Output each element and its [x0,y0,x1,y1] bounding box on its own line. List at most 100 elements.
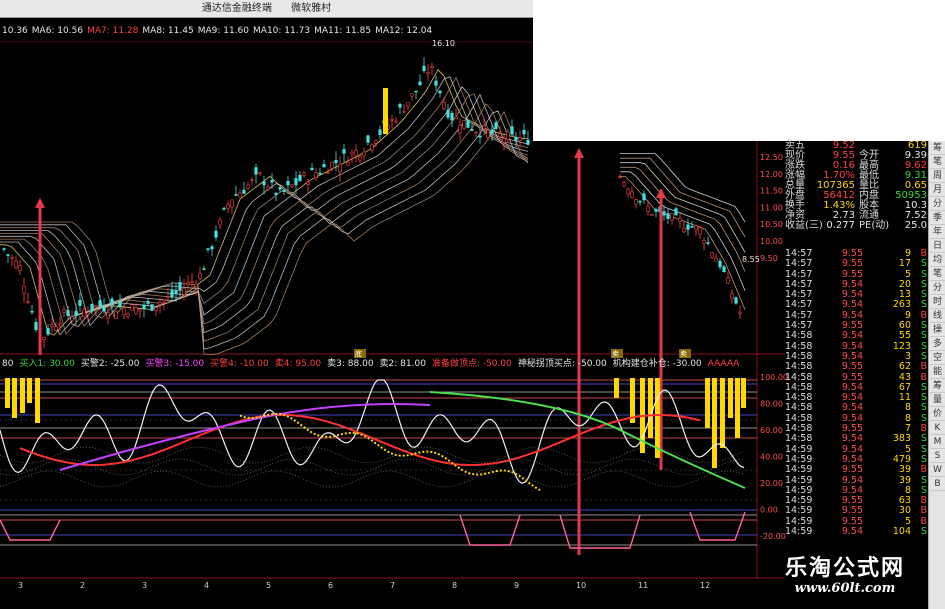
toolbar-button[interactable]: 年 [930,226,945,239]
tick-volume: 263 [892,299,911,311]
candle-body [162,299,166,302]
toolbar-button[interactable]: 笔 [930,156,945,169]
candle-body [238,192,242,198]
candle-body [398,104,402,108]
toolbar-button[interactable]: 量 [930,394,945,407]
x-axis-label: 12 [700,581,710,590]
candle-body [458,125,462,134]
toolbar-button[interactable]: 时 [930,296,945,309]
candle-body [90,303,94,312]
indicator-histogram-bar [648,378,653,438]
quote-row: 收益(三) 0.277 PE(动) 25.0 [785,221,927,231]
candle-body [114,311,118,319]
toolbar-button[interactable]: S [930,450,945,463]
price-axis-label: 10.00 [760,237,783,246]
candle-body [670,213,674,221]
candle-body [274,192,278,195]
indicator-legend-item: 准备做顶点: -50.00 [431,359,512,369]
toolbar-button[interactable]: 月 [930,184,945,197]
candle-body [730,293,734,300]
toolbar-button[interactable]: 线 [930,310,945,323]
toolbar-button[interactable]: 操 [930,324,945,337]
indicator-histogram-bar [35,378,40,423]
x-axis-label: 6 [328,581,333,590]
toolbar-button[interactable]: M [930,436,945,449]
tick-volume: 17 [898,258,911,270]
candle-body [58,322,62,325]
indicator-panel [0,148,746,555]
candle-body [206,248,210,250]
candle-body [470,129,474,131]
candle-body [82,309,86,317]
candle-body [130,304,134,311]
candle-body [402,111,406,113]
toolbar-button[interactable]: 周 [930,170,945,183]
candle-body [678,218,682,222]
buy-arrow-head [574,148,584,158]
toolbar-button[interactable]: 分 [930,198,945,211]
candle-body [142,304,146,309]
candle-body [374,140,378,144]
toolbar-button[interactable]: 空 [930,352,945,365]
toolbar-button[interactable]: K [930,422,945,435]
low-price-label: 8.55 [742,255,760,264]
toolbar-button[interactable]: 笔 [930,268,945,281]
candle-body [254,167,258,175]
candle-body [190,280,194,283]
candle-body [418,81,422,86]
indicator-legend-item: 神秘拐顶买点: -50.00 [517,359,607,369]
quote-value: 0.277 [826,220,855,231]
candle-body [662,211,666,216]
tick-row[interactable]: 14:59 9.55 39 B [785,464,927,475]
indicator-legend-item: 80 [2,359,14,369]
price-axis-label: 9.50 [760,254,778,263]
candle-body [698,227,702,235]
toolbar-button[interactable]: 价 [930,408,945,421]
toolbar-button[interactable]: 分 [930,282,945,295]
price-axis-label: 11.50 [760,187,783,196]
indicator-histogram-bar [655,378,660,458]
candle-body [174,290,178,294]
candle-body [446,109,450,118]
toolbar-button[interactable]: 均 [930,254,945,267]
toolbar-button[interactable]: W [930,464,945,477]
toolbar-button[interactable]: 日 [930,240,945,253]
candle-body [86,312,90,315]
candle-body [518,137,522,141]
toolbar-button[interactable]: B [930,478,945,491]
quote-value-2: 25.0 [904,220,927,231]
toolbar-button[interactable]: 季 [930,212,945,225]
dotted-wave-line [0,470,745,488]
toolbar-button[interactable]: 多 [930,338,945,351]
toolbar-button[interactable]: 筹 [930,142,945,155]
candle-body [438,90,442,94]
candle-body [618,176,622,179]
indicator-histogram-bar [27,378,32,403]
candle-body [630,191,634,198]
right-toolbar[interactable]: 筹笔周月分季年日均笔分时线操多空能筹量价KMSWB [928,141,945,609]
tick-row[interactable]: 14:59 9.54 104 S [785,526,927,537]
candle-body [366,135,370,143]
candle-body [170,289,174,298]
candle-body [346,161,350,166]
tick-volume: 39 [898,474,911,486]
tick-list[interactable]: 14:57 9.55 9 B 14:57 9.55 17 S 14:57 9.55 5 S 14:57 9… [785,249,927,605]
ma-legend-item: MA12: 12.04 [375,26,433,36]
indicator-histogram-bar [712,378,717,468]
candle-body [158,302,162,305]
candle-body [502,138,506,143]
candle-body [230,199,234,208]
price-axis-label: 11.00 [760,203,783,212]
grid-lines [0,41,785,579]
candle-body [478,135,482,138]
toolbar-button[interactable]: 能 [930,366,945,379]
indicator-histogram-bar [728,378,733,418]
ma-line [0,110,529,356]
ma-legend-bar: 10.36 MA6: 10.56 MA7: 11.28 MA8: 11.45 MA9: … [0,24,533,38]
candle-body [506,131,510,140]
candle-body [222,207,226,210]
candle-body [66,310,70,316]
ma-line [0,93,529,327]
toolbar-button[interactable]: 筹 [930,380,945,393]
candle-body [318,172,322,175]
